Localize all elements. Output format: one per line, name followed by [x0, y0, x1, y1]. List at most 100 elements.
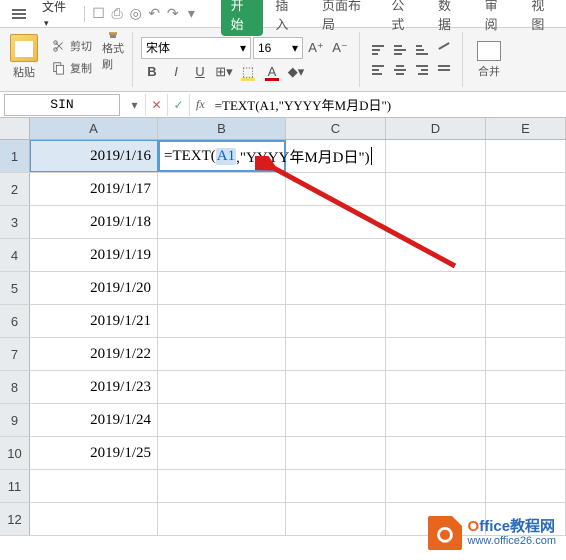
tab-home[interactable]: 开始 [221, 0, 264, 36]
effects-button[interactable]: ◆▾ [285, 61, 307, 83]
cell[interactable] [286, 404, 386, 436]
cell[interactable] [286, 173, 386, 205]
cell[interactable] [286, 239, 386, 271]
row-header[interactable]: 3 [0, 206, 30, 238]
cell[interactable]: 2019/1/19 [30, 239, 158, 271]
cell[interactable] [158, 371, 286, 403]
cell[interactable]: 2019/1/21 [30, 305, 158, 337]
cell[interactable] [158, 503, 286, 535]
row-header[interactable]: 8 [0, 371, 30, 403]
cell[interactable] [386, 338, 486, 370]
cell[interactable] [158, 272, 286, 304]
cell[interactable] [286, 470, 386, 502]
cell[interactable] [486, 470, 566, 502]
cell[interactable] [286, 305, 386, 337]
cell[interactable] [158, 206, 286, 238]
cell[interactable] [386, 173, 486, 205]
cell[interactable] [30, 470, 158, 502]
merge-button[interactable]: 合并 [471, 39, 507, 81]
cell[interactable] [158, 404, 286, 436]
undo-icon[interactable]: ↶ [145, 4, 164, 24]
cell[interactable] [158, 239, 286, 271]
cell[interactable] [486, 305, 566, 337]
paste-button[interactable]: 粘贴 [6, 32, 42, 82]
cell[interactable] [486, 338, 566, 370]
cell[interactable] [386, 404, 486, 436]
cell[interactable]: 2019/1/22 [30, 338, 158, 370]
row-header[interactable]: 2 [0, 173, 30, 205]
border-button[interactable]: ⊞▾ [213, 61, 235, 83]
align-top-button[interactable] [368, 41, 388, 59]
font-color-button[interactable]: A [261, 61, 283, 83]
col-header-E[interactable]: E [486, 118, 566, 139]
cell[interactable]: 2019/1/23 [30, 371, 158, 403]
col-header-C[interactable]: C [286, 118, 386, 139]
confirm-icon[interactable]: ✓ [168, 94, 190, 116]
row-header[interactable]: 7 [0, 338, 30, 370]
preview-icon[interactable]: ◎ [126, 4, 145, 24]
row-header[interactable]: 6 [0, 305, 30, 337]
cell[interactable]: 2019/1/17 [30, 173, 158, 205]
cell[interactable] [386, 437, 486, 469]
orientation-button[interactable] [434, 41, 454, 59]
save-icon[interactable]: ☐ [89, 4, 108, 24]
menu-icon[interactable] [6, 5, 32, 23]
print-icon[interactable]: ⎙ [108, 4, 127, 24]
cell[interactable] [386, 239, 486, 271]
cell[interactable]: 2019/1/20 [30, 272, 158, 304]
cell[interactable] [30, 503, 158, 535]
row-header[interactable]: 9 [0, 404, 30, 436]
dropdown-icon[interactable]: ▾ [124, 94, 146, 116]
cell[interactable]: =TEXT(A1,"YYYY年M月D日") [158, 140, 286, 172]
col-header-D[interactable]: D [386, 118, 486, 139]
cell[interactable] [486, 140, 566, 172]
cell[interactable] [486, 404, 566, 436]
cell[interactable] [286, 503, 386, 535]
row-header[interactable]: 1 [0, 140, 30, 172]
cell[interactable] [486, 437, 566, 469]
cell[interactable] [486, 371, 566, 403]
indent-button[interactable] [434, 61, 454, 79]
cell[interactable] [386, 305, 486, 337]
cell[interactable] [486, 239, 566, 271]
bold-button[interactable]: B [141, 61, 163, 83]
italic-button[interactable]: I [165, 61, 187, 83]
underline-button[interactable]: U [189, 61, 211, 83]
font-size-select[interactable]: 16▾ [253, 37, 303, 59]
cell[interactable] [486, 173, 566, 205]
row-header[interactable]: 4 [0, 239, 30, 271]
decrease-font-icon[interactable]: A⁻ [329, 37, 351, 59]
cell[interactable] [286, 206, 386, 238]
cell[interactable] [386, 140, 486, 172]
row-header[interactable]: 11 [0, 470, 30, 502]
align-middle-button[interactable] [390, 41, 410, 59]
row-header[interactable]: 5 [0, 272, 30, 304]
cell[interactable] [158, 338, 286, 370]
cell[interactable] [286, 437, 386, 469]
cell[interactable] [158, 470, 286, 502]
align-left-button[interactable] [368, 61, 388, 79]
cell[interactable] [286, 272, 386, 304]
row-header[interactable]: 12 [0, 503, 30, 535]
cell[interactable]: 2019/1/25 [30, 437, 158, 469]
align-right-button[interactable] [412, 61, 432, 79]
cell[interactable] [386, 206, 486, 238]
cell[interactable] [486, 206, 566, 238]
cell[interactable] [158, 173, 286, 205]
copy-button[interactable]: 复制 [48, 58, 96, 78]
cell[interactable] [386, 371, 486, 403]
redo-icon[interactable]: ↷ [164, 4, 183, 24]
increase-font-icon[interactable]: A⁺ [305, 37, 327, 59]
row-header[interactable]: 10 [0, 437, 30, 469]
cell[interactable] [386, 272, 486, 304]
align-bottom-button[interactable] [412, 41, 432, 59]
cell[interactable] [158, 305, 286, 337]
col-header-A[interactable]: A [30, 118, 158, 139]
tab-view[interactable]: 视图 [519, 0, 566, 37]
cell[interactable]: 2019/1/24 [30, 404, 158, 436]
cell[interactable] [286, 371, 386, 403]
font-name-select[interactable]: 宋体▾ [141, 37, 251, 59]
col-header-B[interactable]: B [158, 118, 286, 139]
cell[interactable] [386, 470, 486, 502]
cell[interactable] [486, 272, 566, 304]
